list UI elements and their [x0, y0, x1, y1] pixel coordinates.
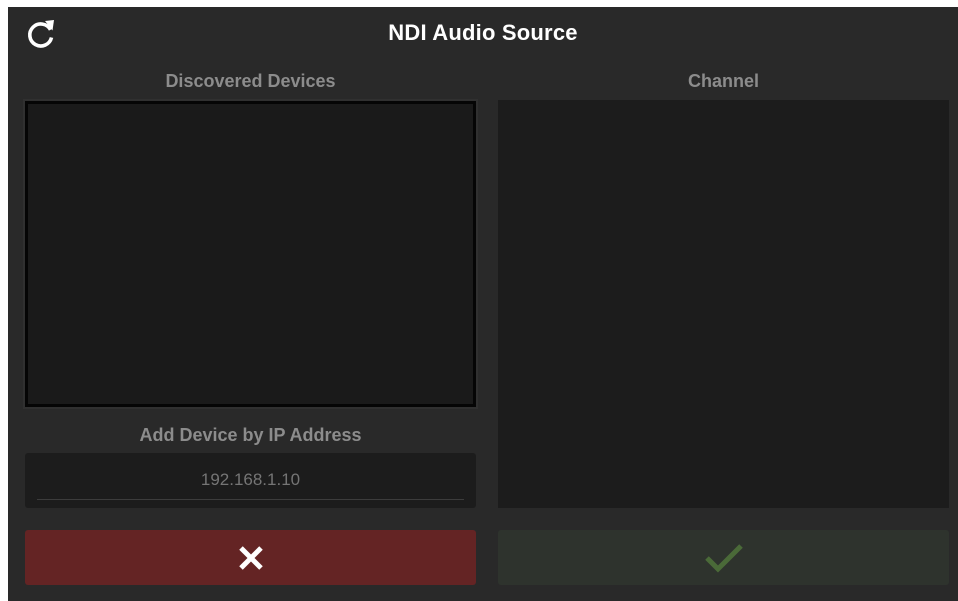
cancel-button[interactable]: [25, 530, 476, 585]
channel-list[interactable]: [498, 100, 949, 508]
close-icon: [237, 544, 265, 572]
add-device-label: Add Device by IP Address: [139, 425, 362, 445]
discovered-devices-list[interactable]: [25, 101, 476, 407]
confirm-button[interactable]: [498, 530, 949, 585]
checkmark-icon: [704, 542, 744, 574]
discovered-devices-label: Discovered Devices: [165, 71, 336, 91]
ip-address-input[interactable]: [37, 461, 464, 500]
ndi-audio-source-dialog: NDI Audio Source Discovered Devices Chan…: [8, 7, 958, 601]
ip-address-field: [25, 453, 476, 508]
channel-label: Channel: [687, 71, 759, 91]
dialog-title: NDI Audio Source: [388, 20, 578, 45]
